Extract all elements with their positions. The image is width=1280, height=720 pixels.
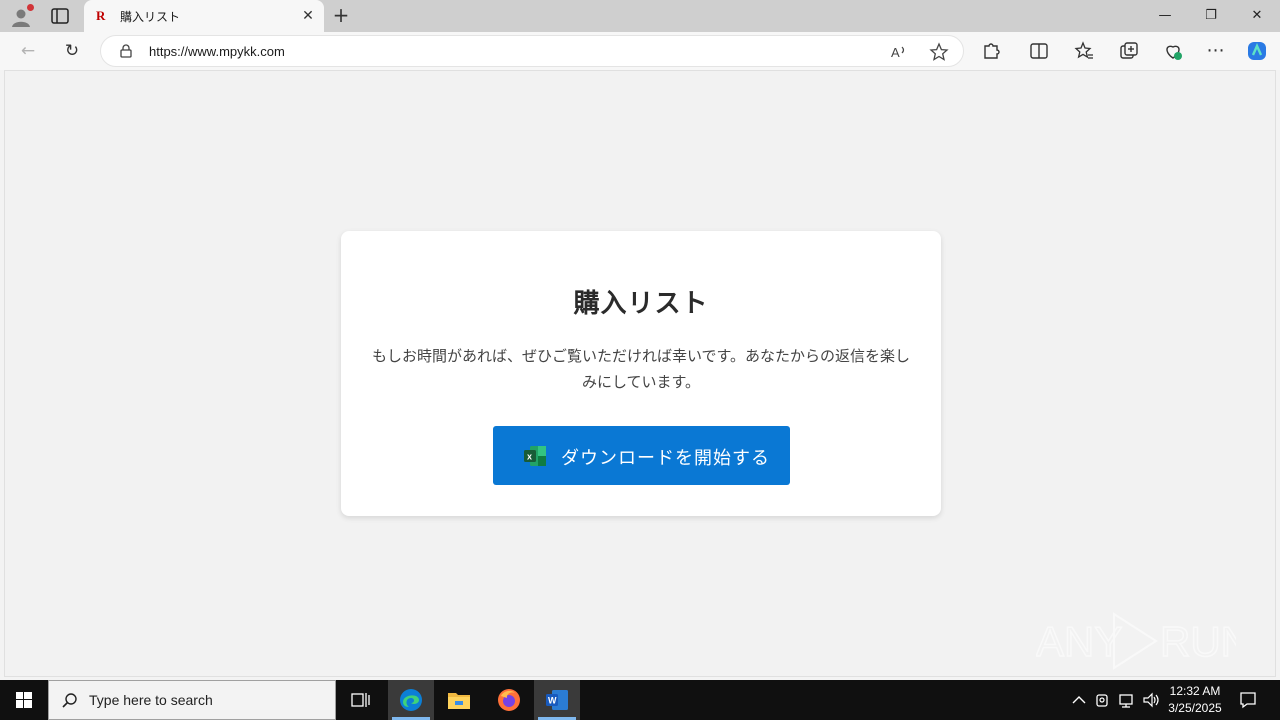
tab-title: 購入リスト	[120, 10, 181, 24]
favorite-star-icon[interactable]	[929, 42, 949, 62]
taskbar-file-explorer-app[interactable]	[436, 680, 482, 720]
page-description: もしお時間があれば、ぜひご覧いただければ幸いです。あなたからの返信を楽しみにして…	[371, 347, 911, 391]
show-hidden-icons-chevron-icon[interactable]	[1070, 690, 1088, 710]
taskbar-edge-app[interactable]	[388, 680, 434, 720]
download-button[interactable]: x ダウンロードを開始する	[493, 426, 790, 485]
active-tab[interactable]: R 購入リスト ✕	[84, 0, 324, 32]
svg-text:W: W	[548, 696, 557, 706]
copilot-icon[interactable]	[1246, 40, 1268, 62]
refresh-icon[interactable]: ↻	[60, 39, 84, 63]
anyrun-watermark-logo: ANY RUN	[1036, 612, 1236, 670]
favorites-icon[interactable]	[1073, 40, 1095, 62]
split-screen-icon[interactable]	[1028, 40, 1050, 62]
url-text[interactable]: https://www.mpykk.com	[149, 44, 285, 59]
taskbar: Type here to search W 12:32 AM 3/25/2025	[0, 680, 1280, 720]
address-bar[interactable]: https://www.mpykk.com A	[100, 35, 964, 67]
download-button-label: ダウンロードを開始する	[561, 448, 770, 469]
tab-close-icon[interactable]: ✕	[300, 8, 316, 24]
task-view-button[interactable]	[338, 680, 384, 720]
search-icon	[62, 693, 77, 708]
windows-start-icon[interactable]	[0, 680, 48, 720]
collections-icon[interactable]	[1118, 40, 1140, 62]
settings-more-icon[interactable]: ⋯	[1204, 39, 1228, 63]
edge-icon	[400, 689, 422, 711]
tab-actions-icon[interactable]	[50, 7, 70, 25]
svg-text:RUN: RUN	[1160, 618, 1236, 665]
volume-icon[interactable]	[1142, 690, 1160, 710]
system-clock[interactable]: 12:32 AM 3/25/2025	[1160, 683, 1230, 717]
browser-essentials-icon[interactable]	[1162, 40, 1184, 62]
restore-button[interactable]: ❐	[1188, 0, 1234, 32]
clock-time: 12:32 AM	[1169, 684, 1221, 698]
task-view-icon	[351, 693, 370, 707]
read-aloud-icon[interactable]: A	[889, 42, 909, 62]
notifications-icon[interactable]	[1238, 690, 1258, 710]
taskbar-firefox-app[interactable]	[486, 680, 532, 720]
meet-now-icon[interactable]	[1094, 690, 1112, 710]
clock-date: 3/25/2025	[1168, 701, 1222, 715]
network-icon[interactable]	[1118, 690, 1136, 710]
close-window-button[interactable]: ✕	[1234, 0, 1280, 32]
excel-icon: x	[524, 446, 546, 466]
search-placeholder: Type here to search	[89, 692, 213, 708]
lock-icon[interactable]	[119, 44, 133, 58]
profile-notification-dot	[27, 4, 34, 11]
content-card: 購入リスト もしお時間があれば、ぜひご覧いただければ幸いです。あなたからの返信を…	[341, 231, 941, 516]
extensions-icon[interactable]	[980, 40, 1002, 62]
tab-favicon-icon: R	[96, 8, 106, 23]
firefox-icon	[498, 689, 520, 711]
taskbar-search-box[interactable]: Type here to search	[48, 680, 336, 720]
title-bar: R 購入リスト ✕ + — ❐ ✕	[0, 0, 1280, 32]
folder-icon	[448, 693, 470, 709]
word-icon: W	[546, 690, 568, 710]
svg-text:x: x	[527, 452, 532, 462]
page-title: 購入リスト	[573, 289, 709, 319]
minimize-button[interactable]: —	[1142, 0, 1188, 32]
page-viewport: 購入リスト もしお時間があれば、ぜひご覧いただければ幸いです。あなたからの返信を…	[4, 70, 1276, 677]
taskbar-word-app[interactable]: W	[534, 680, 580, 720]
navigation-bar: ← ↻ https://www.mpykk.com A ⋯	[0, 32, 1280, 70]
back-icon[interactable]: ←	[16, 39, 40, 63]
new-tab-button[interactable]: +	[330, 4, 352, 26]
svg-text:A: A	[891, 45, 900, 60]
svg-text:ANY: ANY	[1036, 618, 1122, 665]
